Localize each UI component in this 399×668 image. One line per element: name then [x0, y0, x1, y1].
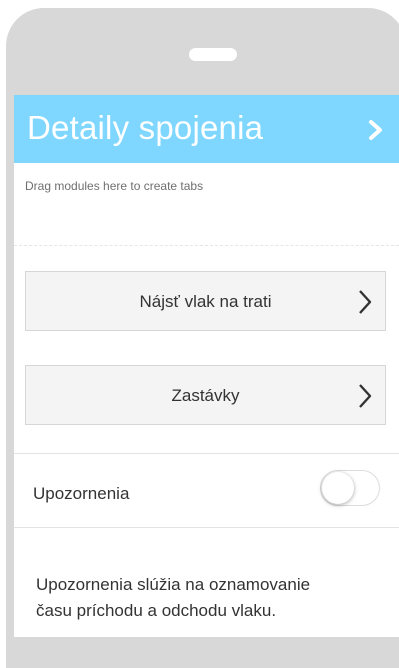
drag-modules-hint: Drag modules here to create tabs	[25, 179, 204, 193]
dashed-divider	[14, 245, 399, 246]
app-screen: Detaily spojenia Drag modules here to cr…	[14, 95, 399, 637]
chevron-right-icon	[359, 290, 372, 314]
notifications-toggle[interactable]	[320, 470, 380, 506]
phone-speaker	[189, 48, 237, 61]
description-line: Upozornenia slúžia na oznamovanie	[36, 575, 311, 594]
header-bar: Detaily spojenia	[14, 95, 399, 163]
divider	[14, 527, 399, 528]
find-train-label: Nájsť vlak na trati	[139, 292, 272, 311]
notifications-description: Upozornenia slúžia na oznamovanie času p…	[36, 572, 386, 624]
stops-button[interactable]: Zastávky	[25, 365, 386, 425]
chevron-right-icon	[359, 384, 372, 408]
page-title: Detaily spojenia	[27, 109, 264, 146]
notifications-label: Upozornenia	[33, 484, 130, 503]
description-line: času príchodu a odchodu vlaku.	[36, 601, 277, 620]
stops-label: Zastávky	[171, 386, 240, 405]
toggle-knob	[322, 472, 354, 504]
chevron-right-icon[interactable]	[365, 117, 387, 143]
divider	[14, 453, 399, 454]
find-train-button[interactable]: Nájsť vlak na trati	[25, 271, 386, 331]
